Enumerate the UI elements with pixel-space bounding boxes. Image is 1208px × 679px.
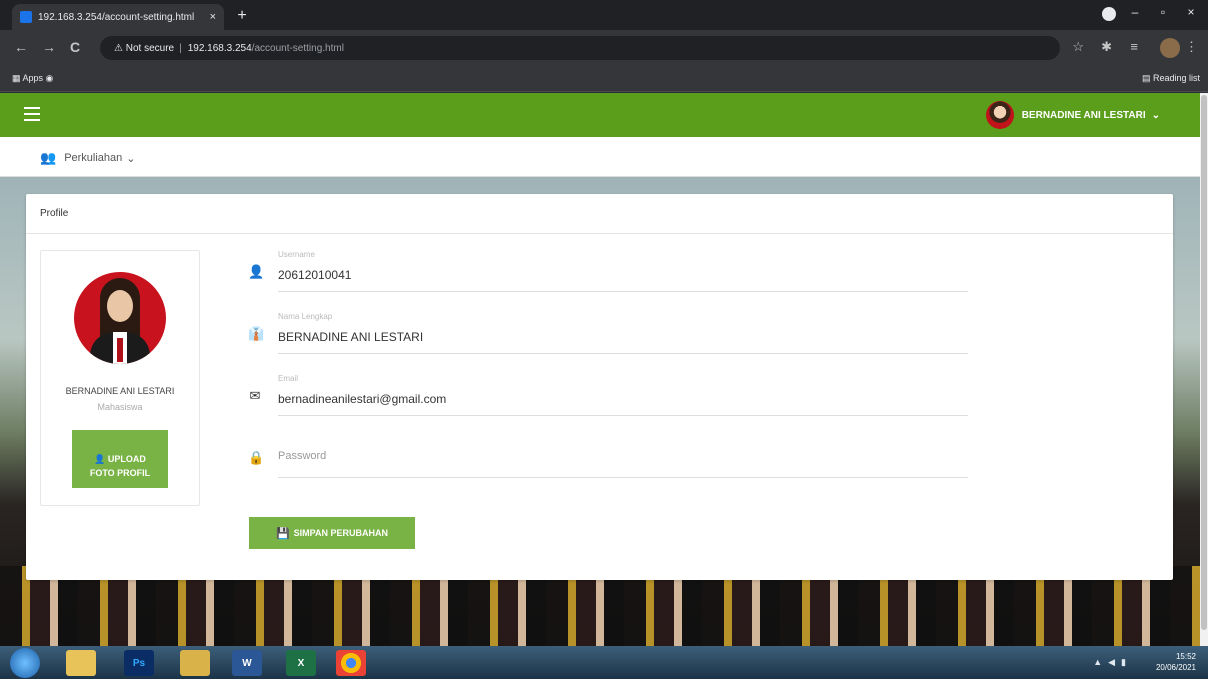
chrome-icon[interactable] [336, 650, 366, 676]
browser-profile-avatar[interactable] [1160, 38, 1180, 58]
browser-menu-icon[interactable]: ⋮ [1185, 39, 1198, 55]
email-label: Email [278, 374, 299, 383]
perkuliahan-menu[interactable]: 👥 Perkuliahan ⌄ [40, 150, 136, 166]
folder-icon[interactable] [180, 650, 210, 676]
excel-icon[interactable]: X [286, 650, 316, 676]
url-host: 192.168.3.254 [187, 42, 252, 54]
clock[interactable]: 15:52 20/06/2021 [1156, 651, 1196, 673]
top-navbar: BERNADINE ANI LESTARI ⌄ [0, 93, 1200, 137]
fullname-value[interactable]: BERNADINE ANI LESTARI [278, 330, 423, 344]
forward-arrow-icon[interactable]: → [42, 39, 56, 55]
reading-list-button[interactable]: ▤ Reading list [1142, 73, 1200, 84]
envelope-icon: ✉ [249, 388, 261, 403]
sub-navbar: 👥 Perkuliahan ⌄ [0, 137, 1200, 177]
reading-list-icon: ▤ [1141, 73, 1153, 83]
media-icon[interactable]: ≡ [1130, 39, 1138, 54]
profile-summary: BERNADINE ANI LESTARI Mahasiswa 👤 UPLOAD… [40, 250, 200, 506]
user-menu[interactable]: BERNADINE ANI LESTARI ⌄ [985, 101, 1160, 129]
clock-date: 20/06/2021 [1155, 663, 1196, 672]
windows-taskbar: Ps W X ▲◀▮ 15:52 20/06/2021 [0, 646, 1208, 679]
profile-photo [74, 272, 166, 364]
hamburger-menu-icon[interactable] [24, 107, 40, 121]
apps-shortcut[interactable]: ▦ Apps ◉ [12, 73, 53, 84]
bookmark-star-icon[interactable]: ☆ [1072, 39, 1084, 55]
email-field[interactable]: ✉ Email bernadineanilestari@gmail.com [244, 372, 968, 434]
scrollbar-thumb[interactable] [1201, 95, 1207, 630]
browser-tab-bar: 192.168.3.254/account-setting.html × + –… [0, 0, 1208, 30]
user-tie-icon: 👔 [248, 326, 265, 341]
photoshop-icon[interactable]: Ps [124, 650, 154, 676]
fullname-field[interactable]: 👔 Nama Lengkap BERNADINE ANI LESTARI [244, 310, 968, 372]
close-window-button[interactable]: × [1182, 5, 1200, 21]
lock-icon: 🔒 [248, 450, 265, 465]
upload-photo-button[interactable]: 👤 UPLOAD FOTO PROFIL [72, 430, 168, 488]
user-name: BERNADINE ANI LESTARI [1021, 109, 1146, 121]
reload-icon[interactable]: C [70, 39, 80, 55]
chrome-account-icon[interactable] [1102, 7, 1116, 21]
favicon-icon [20, 11, 32, 23]
window-controls: – ▫ × [1102, 5, 1200, 21]
page-scrollbar[interactable] [1200, 93, 1208, 646]
upload-user-icon: 👤 [94, 453, 108, 464]
save-changes-button[interactable]: 💾 SIMPAN PERUBAHAN [249, 517, 415, 549]
globe-icon[interactable]: ◉ [46, 73, 54, 83]
bookmarks-bar: ▦ Apps ◉ ▤ Reading list [0, 66, 1208, 92]
email-value[interactable]: bernadineanilestari@gmail.com [278, 392, 446, 406]
password-field[interactable]: 🔒 [244, 434, 968, 496]
system-tray-icons[interactable]: ▲◀▮ [1093, 657, 1132, 668]
url-path: /account-setting.html [251, 42, 344, 54]
clock-time: 15:52 [1175, 652, 1196, 661]
url-separator: | [179, 42, 182, 54]
profile-name: BERNADINE ANI LESTARI [65, 386, 175, 396]
not-secure-label[interactable]: ⚠ Not secure [114, 43, 174, 54]
windows-start-icon[interactable] [10, 648, 40, 678]
card-title: Profile [26, 194, 1173, 234]
word-icon[interactable]: W [232, 650, 262, 676]
profile-card: Profile BERNADINE ANI LESTARI Mahasiswa … [26, 194, 1173, 580]
username-label: Username [278, 250, 315, 259]
floppy-disk-icon: 💾 [275, 527, 290, 540]
user-avatar [985, 101, 1014, 129]
maximize-button[interactable]: ▫ [1154, 5, 1172, 21]
users-icon: 👥 [40, 150, 57, 165]
url-omnibox[interactable]: ⚠ Not secure | 192.168.3.254 /account-se… [100, 36, 1060, 60]
profile-role: Mahasiswa [97, 402, 143, 412]
minimize-button[interactable]: – [1126, 5, 1144, 21]
apps-grid-icon: ▦ [12, 73, 23, 83]
address-toolbar: ← → C ⚠ Not secure | 192.168.3.254 /acco… [0, 30, 1208, 66]
chevron-down-icon: ⌄ [126, 152, 136, 165]
extensions-icon[interactable]: ✱ [1101, 39, 1112, 55]
tab-title: 192.168.3.254/account-setting.html [38, 11, 195, 23]
file-explorer-icon[interactable] [66, 650, 96, 676]
fullname-label: Nama Lengkap [278, 312, 333, 321]
close-tab-icon[interactable]: × [210, 11, 216, 23]
back-arrow-icon[interactable]: ← [14, 39, 28, 55]
web-page: BERNADINE ANI LESTARI ⌄ 👥 Perkuliahan ⌄ … [0, 93, 1200, 646]
password-input[interactable] [278, 450, 968, 462]
new-tab-button[interactable]: + [232, 7, 252, 25]
username-value[interactable]: 20612010041 [278, 268, 351, 282]
browser-tab[interactable]: 192.168.3.254/account-setting.html × [12, 4, 224, 30]
username-field[interactable]: 👤 Username 20612010041 [244, 248, 968, 310]
account-form: 👤 Username 20612010041 👔 Nama Lengkap BE… [244, 248, 968, 496]
chevron-down-icon: ⌄ [1151, 109, 1160, 121]
user-icon: 👤 [248, 264, 265, 279]
perkuliahan-label: Perkuliahan [64, 152, 123, 164]
